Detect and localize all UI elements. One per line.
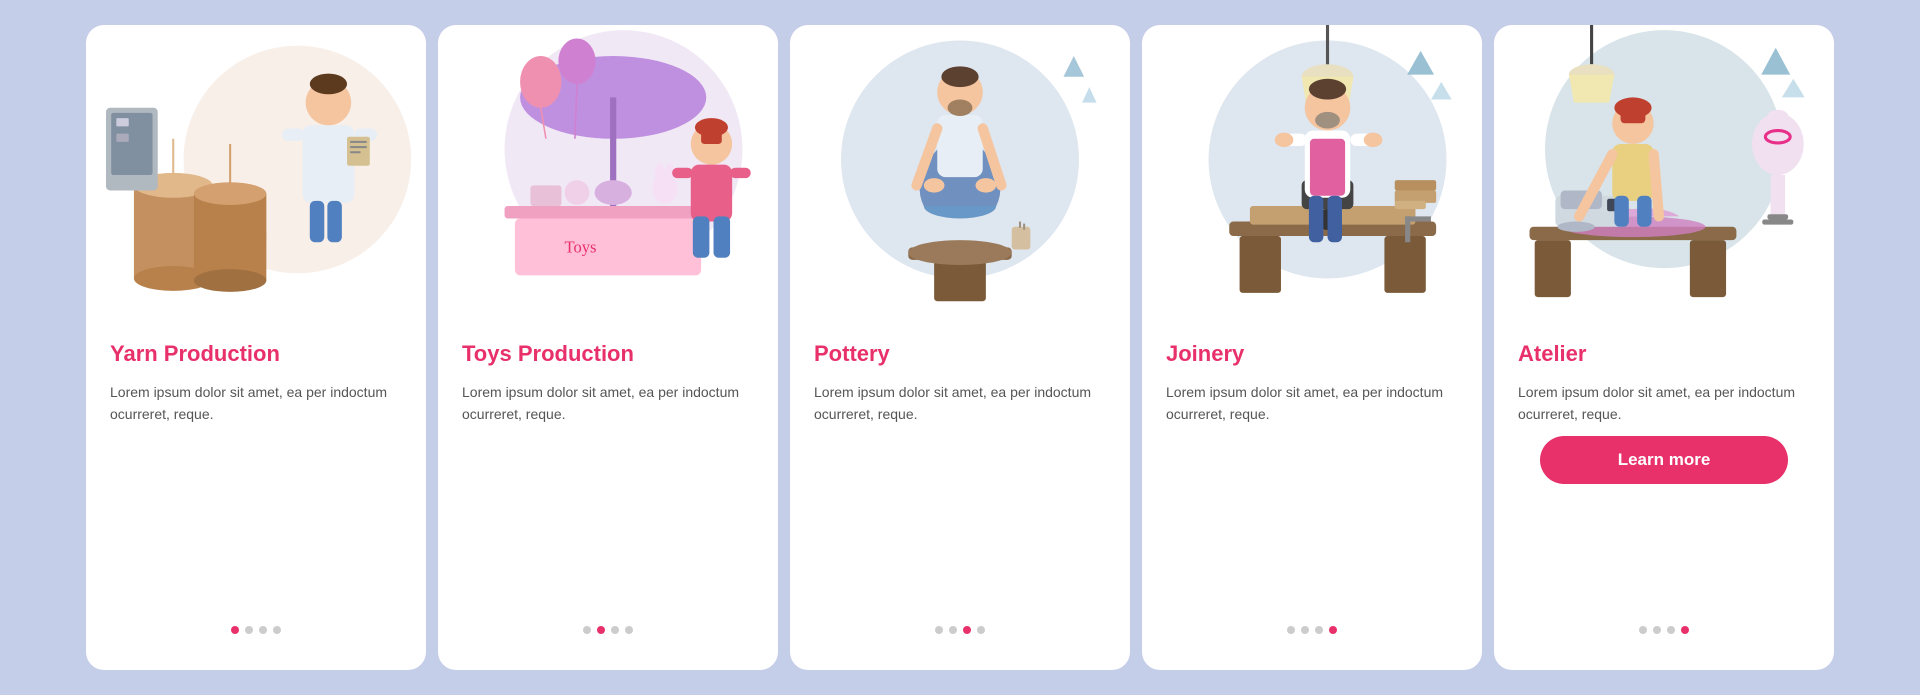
dot-indicators-joinery	[1166, 614, 1458, 634]
card-content-joinery: Joinery Lorem ipsum dolor sit amet, ea p…	[1142, 325, 1482, 650]
dot-1	[1287, 626, 1295, 634]
dot-2	[597, 626, 605, 634]
cards-container: Yarn Production Lorem ipsum dolor sit am…	[0, 0, 1920, 695]
dot-1	[1639, 626, 1647, 634]
dot-3	[963, 626, 971, 634]
card-desc-atelier: Lorem ipsum dolor sit amet, ea per indoc…	[1518, 381, 1810, 426]
card-title-joinery: Joinery	[1166, 341, 1458, 367]
illustration-yarn	[86, 25, 426, 325]
svg-text:Toys: Toys	[565, 238, 597, 257]
card-joinery: Joinery Lorem ipsum dolor sit amet, ea p…	[1142, 25, 1482, 670]
card-desc-pottery: Lorem ipsum dolor sit amet, ea per indoc…	[814, 381, 1106, 426]
dot-4	[1681, 626, 1689, 634]
illustration-atelier	[1494, 25, 1834, 325]
card-yarn-production: Yarn Production Lorem ipsum dolor sit am…	[86, 25, 426, 670]
dot-indicators-atelier	[1518, 614, 1810, 634]
card-content-toys: Toys Production Lorem ipsum dolor sit am…	[438, 325, 778, 650]
dot-4	[625, 626, 633, 634]
dot-4	[273, 626, 281, 634]
dot-indicators-pottery	[814, 614, 1106, 634]
card-title-pottery: Pottery	[814, 341, 1106, 367]
dot-3	[1667, 626, 1675, 634]
card-title-toys: Toys Production	[462, 341, 754, 367]
dot-indicators-yarn	[110, 614, 402, 634]
card-content-pottery: Pottery Lorem ipsum dolor sit amet, ea p…	[790, 325, 1130, 650]
card-desc-yarn: Lorem ipsum dolor sit amet, ea per indoc…	[110, 381, 402, 426]
dot-3	[611, 626, 619, 634]
dot-4	[1329, 626, 1337, 634]
illustration-pottery	[790, 25, 1130, 325]
card-atelier: Atelier Lorem ipsum dolor sit amet, ea p…	[1494, 25, 1834, 670]
dot-4	[977, 626, 985, 634]
dot-1	[583, 626, 591, 634]
dot-1	[231, 626, 239, 634]
card-content-atelier: Atelier Lorem ipsum dolor sit amet, ea p…	[1494, 325, 1834, 650]
illustration-toys: Toys	[438, 25, 778, 325]
dot-3	[259, 626, 267, 634]
card-title-atelier: Atelier	[1518, 341, 1810, 367]
dot-indicators-toys	[462, 614, 754, 634]
dot-3	[1315, 626, 1323, 634]
card-desc-toys: Lorem ipsum dolor sit amet, ea per indoc…	[462, 381, 754, 426]
dot-2	[949, 626, 957, 634]
dot-2	[1301, 626, 1309, 634]
dot-1	[935, 626, 943, 634]
dot-2	[1653, 626, 1661, 634]
card-desc-joinery: Lorem ipsum dolor sit amet, ea per indoc…	[1166, 381, 1458, 426]
illustration-joinery	[1142, 25, 1482, 325]
card-toys-production: Toys Toys Production Lorem ipsum dolor s…	[438, 25, 778, 670]
card-content-yarn: Yarn Production Lorem ipsum dolor sit am…	[86, 325, 426, 650]
card-title-yarn: Yarn Production	[110, 341, 402, 367]
card-pottery: Pottery Lorem ipsum dolor sit amet, ea p…	[790, 25, 1130, 670]
dot-2	[245, 626, 253, 634]
learn-more-button[interactable]: Learn more	[1540, 436, 1788, 484]
